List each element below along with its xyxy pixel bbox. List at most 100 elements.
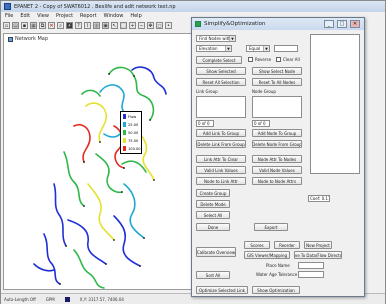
value-input[interactable] <box>274 45 298 52</box>
network-map-canvas[interactable] <box>4 34 193 291</box>
menu-edit[interactable]: Edit <box>20 13 30 19</box>
delete-link-from-group-button[interactable]: Delete Link From Group <box>196 140 246 148</box>
legend-row: 50.00 <box>123 130 138 135</box>
find-combo[interactable]: Find Nodes with ▼ <box>196 35 236 42</box>
reverse-label: Reverse <box>255 57 272 62</box>
run-status-icon <box>64 296 70 302</box>
find-icon[interactable]: ⌕ <box>57 22 64 29</box>
options-icon[interactable]: ▣ <box>102 22 109 29</box>
menu-project[interactable]: Project <box>56 13 73 19</box>
zoom-in-icon[interactable]: + <box>129 22 136 29</box>
menu-report[interactable]: Report <box>80 13 97 19</box>
done-button[interactable]: Done <box>196 223 230 231</box>
select-arrow-icon[interactable]: ↖ <box>111 22 118 29</box>
open-folder-icon[interactable]: ▤ <box>12 22 19 29</box>
delete-mode-button[interactable]: Delete Mode <box>196 200 230 208</box>
optimize-selected-link-button[interactable]: Optimize Selected Link <box>196 286 248 294</box>
clear-all-checkbox-box[interactable] <box>276 57 281 62</box>
link-attr-button[interactable]: Link Attr To Clear <box>196 155 246 163</box>
link-group-label: Link Group <box>196 89 218 94</box>
sort-all-button[interactable]: Sort All <box>196 271 230 279</box>
status-xy: X,Y: 3117.57, 7406.04 <box>79 296 124 302</box>
node-attr-button[interactable]: Node Attr To Nodes <box>252 155 302 163</box>
select-all-button[interactable]: Select All <box>196 211 230 219</box>
reverse-checkbox[interactable]: Reverse <box>248 57 271 62</box>
save-to-file-button[interactable]: Save To Data/Flow Directory <box>294 251 342 259</box>
print-icon[interactable]: ▦ <box>30 22 37 29</box>
chevron-down-icon: ▼ <box>225 46 231 51</box>
new-file-icon[interactable]: ▫ <box>3 22 10 29</box>
reset-to-all-nodes-button[interactable]: Reset To All Nodes <box>252 78 302 86</box>
status-autolength[interactable]: Auto-Length Off <box>4 297 36 302</box>
place-name-input[interactable] <box>298 262 324 269</box>
status-units: GPM <box>45 296 55 302</box>
export-button[interactable]: Export <box>254 223 288 231</box>
legend-swatch <box>123 138 126 143</box>
link-group-list[interactable] <box>196 96 246 118</box>
find-combo-value: Find Nodes with <box>199 36 231 41</box>
water-age-tolerance-input[interactable] <box>298 271 324 278</box>
complete-select-button[interactable]: Complete Select <box>196 56 242 64</box>
dialog-title: Simplify&Optimization <box>204 21 266 27</box>
reset-all-selection-button[interactable]: Reset All Selection <box>196 78 246 86</box>
legend-swatch <box>123 130 126 135</box>
new-project-button[interactable]: New Project <box>304 241 332 249</box>
delete-node-from-group-button[interactable]: Delete Node From Group <box>252 140 302 148</box>
network-pipes <box>33 66 167 289</box>
node-to-link-attr-button[interactable]: Node to Link Attr <box>196 177 246 185</box>
legend-row: 100.00 <box>123 146 141 151</box>
node-to-node-attrs-button[interactable]: Node to Node Attrs <box>252 177 302 185</box>
show-selected-button[interactable]: Show Selected <box>196 67 246 75</box>
toolbar: ▫ ▤ ▪ ▦ ⧉ ✕ ⌕ ⚡ ? ⌇ ▥ ▣ ↖ ⬚ + − ✥ ◻ • <box>3 20 195 31</box>
coef-field[interactable]: Coef: 0.17 <box>308 195 330 202</box>
link-group-count[interactable]: 0 of 0 <box>196 120 214 127</box>
legend-label: Flow <box>128 114 137 119</box>
clear-all-checkbox[interactable]: Clear All <box>276 57 300 62</box>
copy-icon[interactable]: ⧉ <box>39 22 46 29</box>
scores-button[interactable]: Scores <box>244 241 270 249</box>
dialog-app-icon <box>195 21 201 27</box>
menu-view[interactable]: View <box>37 13 49 19</box>
dialog-titlebar[interactable]: Simplify&Optimization _ □ ✕ <box>192 18 364 30</box>
graph-icon[interactable]: ⌇ <box>84 22 91 29</box>
maximize-button[interactable]: □ <box>337 20 347 28</box>
valid-node-values-button[interactable]: Valid Node Values <box>252 166 302 174</box>
network-map-window: Network Map Flow 25.00 50.00 75.00 100.0… <box>3 33 192 290</box>
menu-file[interactable]: File <box>5 13 13 19</box>
legend-label: 50.00 <box>128 130 139 135</box>
add-link-to-group-button[interactable]: Add Link To Group <box>196 129 246 137</box>
vertex-icon[interactable]: ⬚ <box>120 22 127 29</box>
legend-row: 75.00 <box>123 138 138 143</box>
node-group-list[interactable] <box>252 96 302 118</box>
main-titlebar: EPANET 2 - Copy of SWAT6012 . Bexlife an… <box>1 1 385 12</box>
pan-icon[interactable]: ✥ <box>147 22 154 29</box>
gis-viewer-button[interactable]: GIS Viewer/Mapping <box>244 251 290 259</box>
menu-window[interactable]: Window <box>104 13 124 19</box>
full-extent-icon[interactable]: ◻ <box>156 22 163 29</box>
operator-combo[interactable]: Equal ▼ <box>246 45 270 52</box>
calibrate-overview-button[interactable]: Calibrate Overview <box>196 247 236 257</box>
flow-legend[interactable]: Flow 25.00 50.00 75.00 100.00 <box>120 111 142 154</box>
save-icon[interactable]: ▪ <box>21 22 28 29</box>
run-icon[interactable]: ⚡ <box>66 22 73 29</box>
show-optimization-button[interactable]: Show Optimization <box>252 286 300 294</box>
attribute-combo[interactable]: Elevation ▼ <box>196 45 232 52</box>
valid-link-values-button[interactable]: Valid Link Values <box>196 166 246 174</box>
chevron-down-icon: ▼ <box>263 46 269 51</box>
query-icon[interactable]: ? <box>75 22 82 29</box>
result-listbox[interactable] <box>310 34 360 174</box>
reorder-button[interactable]: Reorder <box>274 241 300 249</box>
legend-label: 25.00 <box>128 122 139 127</box>
close-button[interactable]: ✕ <box>350 20 360 28</box>
delete-icon[interactable]: ✕ <box>48 22 55 29</box>
show-select-node-button[interactable]: Show Select Node <box>252 67 302 75</box>
create-group-button[interactable]: Create Group <box>196 189 230 197</box>
add-node-to-group-button[interactable]: Add Node To Group <box>252 129 302 137</box>
junction-icon[interactable]: • <box>165 22 172 29</box>
menu-help[interactable]: Help <box>130 13 141 19</box>
table-icon[interactable]: ▥ <box>93 22 100 29</box>
reverse-checkbox-box[interactable] <box>248 57 253 62</box>
zoom-out-icon[interactable]: − <box>138 22 145 29</box>
node-group-count[interactable]: 0 of 0 <box>252 120 270 127</box>
minimize-button[interactable]: _ <box>324 20 334 28</box>
